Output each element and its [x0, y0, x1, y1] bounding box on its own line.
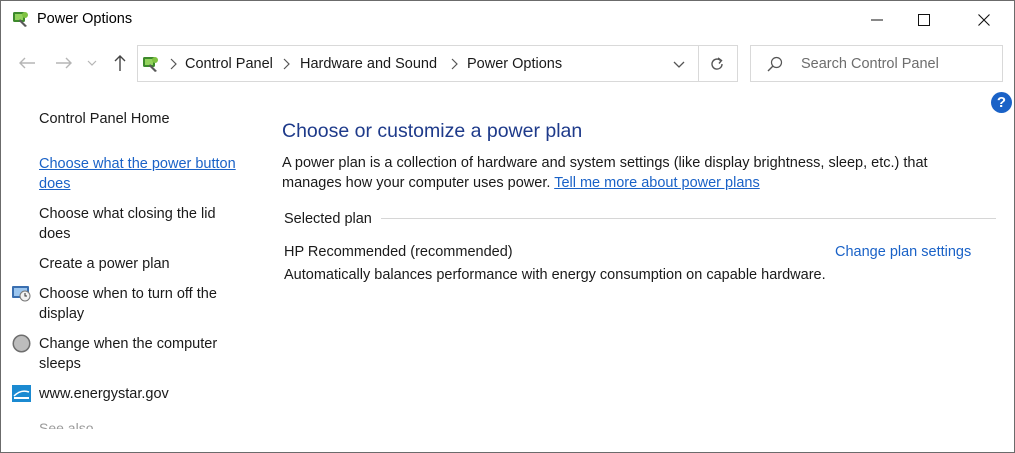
minimize-button[interactable]	[854, 1, 900, 39]
window-title: Power Options	[37, 11, 133, 27]
sidebar-item-label: Choose what closing the lid	[39, 206, 216, 222]
address-divider	[698, 46, 699, 81]
plan-description-paragraph: A power plan is a collection of hardware…	[282, 153, 972, 193]
back-arrow-icon[interactable]	[16, 51, 38, 75]
sidebar-item-label: display	[39, 306, 85, 322]
navigation-bar: Control Panel Hardware and Sound Power O…	[1, 39, 1014, 87]
breadcrumb-hardware-and-sound[interactable]: Hardware and Sound	[300, 56, 437, 72]
forward-arrow-icon[interactable]	[53, 51, 75, 75]
search-input[interactable]: Search Control Panel	[801, 56, 939, 72]
moon-sleep-icon	[11, 333, 32, 354]
section-divider	[381, 218, 996, 219]
sidebar-item-computer-sleeps[interactable]: Change when the computer sleeps	[39, 334, 254, 374]
sidebar-item-turn-off-display[interactable]: Choose when to turn off the display	[39, 284, 254, 324]
sidebar-item-closing-lid[interactable]: Choose what closing the lid does	[39, 204, 254, 244]
plan-summary: Automatically balances performance with …	[284, 267, 826, 283]
power-options-icon	[11, 9, 31, 29]
maximize-button[interactable]	[901, 1, 947, 39]
sidebar-item-label: www.energystar.gov	[39, 386, 169, 402]
refresh-icon[interactable]	[708, 55, 726, 73]
display-clock-icon	[11, 283, 32, 304]
plan-name: HP Recommended (recommended)	[284, 244, 513, 260]
chevron-right-icon[interactable]	[281, 58, 291, 70]
title-bar[interactable]: Power Options	[1, 1, 1014, 39]
chevron-down-icon[interactable]	[85, 51, 99, 75]
sidebar-item-energystar[interactable]: www.energystar.gov	[39, 384, 254, 404]
breadcrumb-control-panel[interactable]: Control Panel	[185, 56, 273, 72]
power-options-window: Power Options Control Panel Hardware and…	[0, 0, 1015, 453]
address-dropdown-icon[interactable]	[671, 57, 687, 71]
search-box[interactable]: Search Control Panel	[750, 45, 1003, 82]
tell-me-more-link[interactable]: Tell me more about power plans	[554, 175, 760, 191]
sidebar-item-label: Change when the computer	[39, 336, 218, 352]
sidebar-item-label: does	[39, 176, 71, 192]
up-arrow-icon[interactable]	[109, 51, 131, 75]
sidebar-item-label: Choose what the power button	[39, 156, 236, 172]
address-bar[interactable]: Control Panel Hardware and Sound Power O…	[137, 45, 738, 82]
main-content: Choose or customize a power plan A power…	[263, 101, 1014, 452]
sidebar-item-label: Create a power plan	[39, 256, 170, 272]
sidebar-cut-off-text: See also	[39, 421, 94, 429]
sidebar-item-label: Choose when to turn off the	[39, 286, 217, 302]
sidebar-item-power-button[interactable]: Choose what the power button does	[39, 154, 254, 194]
chevron-right-icon	[168, 58, 178, 70]
page-title: Choose or customize a power plan	[282, 120, 583, 142]
power-options-icon	[141, 54, 161, 74]
sidebar-item-label: sleeps	[39, 356, 81, 372]
energystar-icon	[11, 383, 32, 404]
change-plan-settings-link[interactable]: Change plan settings	[835, 244, 971, 260]
sidebar-item-label: does	[39, 226, 71, 242]
sidebar-item-create-plan[interactable]: Create a power plan	[39, 254, 254, 274]
sidebar: Control Panel Home Choose what the power…	[1, 101, 263, 452]
selected-plan-label: Selected plan	[284, 211, 372, 227]
sidebar-item-control-panel-home[interactable]: Control Panel Home	[39, 109, 254, 129]
search-icon	[767, 56, 783, 72]
close-button[interactable]	[961, 1, 1007, 39]
breadcrumb-power-options[interactable]: Power Options	[467, 56, 562, 72]
chevron-right-icon[interactable]	[449, 58, 459, 70]
